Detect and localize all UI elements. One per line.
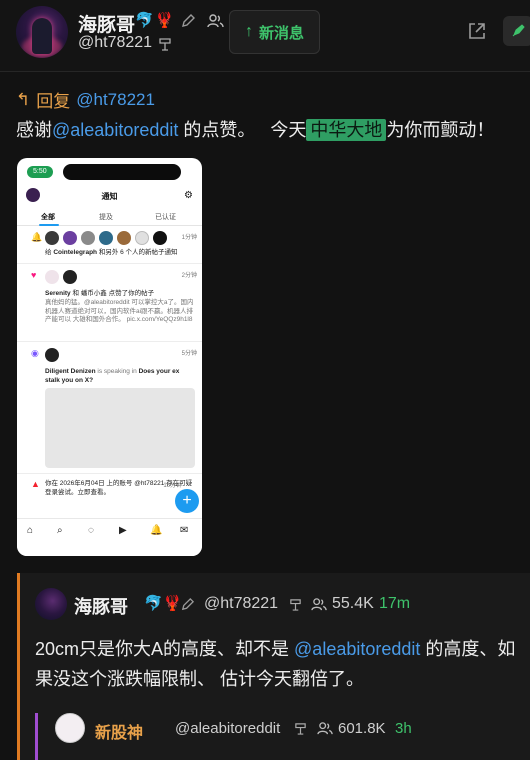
notification-item: ▲ 你在 2026年6月04日 上的账号 @ht78221 存在可疑登录尝试。立… [17,476,202,510]
dolphin-badge-icon: 🐬 [135,12,154,29]
signpost-icon [295,723,306,735]
highlighted-text: 中华大地 [306,119,387,141]
author-name[interactable]: 海豚哥 [78,10,135,37]
post-text-start: 感谢 [16,120,52,140]
nested-author-name[interactable]: 新股神 [95,719,143,743]
play-icon: ▶ [119,525,127,536]
pencil-icon[interactable] [180,13,196,29]
post-text-end: 为你而颤动！ [386,120,495,140]
status-time: 5:50 [27,166,53,178]
screenshot-tabs: 全部 提及 已认证 [17,209,202,226]
notification-time: 2分钟 [181,273,197,279]
rocket-icon [512,24,525,37]
notification-time: 16分钟 [163,483,182,489]
quoted-post-body: 20cm只是你大A的高度、却不是 @aleabitoreddit 的高度、如果没… [35,634,530,694]
mail-icon: ✉ [180,525,189,536]
nested-quoted-post[interactable]: 新股神 @aleabitoreddit 601.8K 3h [35,713,530,760]
followers-icon [207,14,224,28]
new-messages-label: 新消息 [258,24,304,42]
alert-icon: ▲ [31,479,40,489]
tab-underline [39,224,59,226]
post-time[interactable]: 3h [395,720,412,737]
followers-icon [317,722,333,735]
post-body: 感谢@aleabitoreddit 的点赞。 今天 中华大地 为你而颤动！ [16,116,494,142]
signpost-icon [159,38,171,51]
pencil-icon[interactable] [180,597,195,612]
new-messages-button[interactable]: ↑ 新消息 [229,10,320,54]
arrow-up-icon: ↑ [244,23,253,40]
mention-link[interactable]: @aleabitoreddit [294,639,420,659]
follower-count: 55.4K [332,595,374,612]
notification-text: Serenity 和 蟠币小鑫 点赞了你的帖子 [45,290,155,297]
avatar[interactable] [16,6,68,58]
boost-button[interactable] [503,16,530,46]
notification-item: 🔔 1分钟 给 Cointelegraph 和另外 6 个人的新帖子通知 [17,228,202,264]
notification-time: 1分钟 [181,235,197,241]
compose-fab: + [175,489,199,513]
followers-icon [311,598,327,611]
post-text-middle: 的点赞。 今天 [178,120,307,140]
quote-text-start: 20cm只是你大A的高度、却不是 [35,639,295,659]
follower-count: 601.8K [338,720,386,737]
dolphin-badge-icon: 🐬 [144,595,163,612]
external-link-icon[interactable] [466,20,488,42]
avatar[interactable] [35,588,67,620]
heart-icon: ♥ [31,270,37,280]
notification-time: 5分钟 [181,351,197,357]
notification-body: 真他妈的猛。@aleabitoreddit 可以掌控大a了。国内机器人赛道绝对可… [45,299,194,323]
dynamic-island [63,164,181,180]
home-icon: ⌂ [27,525,34,536]
screenshot-title: 通知 [101,192,118,201]
lobster-badge-icon: 🦞 [163,595,182,612]
post-time[interactable]: 17m [379,595,410,613]
spaces-icon: ◉ [31,348,39,358]
nested-author-handle[interactable]: @aleabitoreddit [175,720,280,737]
mention-link[interactable]: @aleabitoreddit [52,120,178,140]
signpost-icon [290,599,301,611]
grok-icon: ◌ [88,525,94,536]
screenshot-bottom-nav: ⌂ ⌕ ◌ ▶ 🔔 ✉ [17,518,202,556]
notification-text: Diligent Denizen is speaking in Does you… [45,368,180,384]
tab-verified: 已认证 [155,214,176,221]
gear-icon: ⚙ [184,190,193,201]
reply-context: ↰ 回复 @ht78221 [16,87,155,112]
reply-prefix: 回复 [36,92,71,111]
space-preview-card [45,388,195,468]
reply-handle-link[interactable]: @ht78221 [76,90,155,110]
avatar[interactable] [55,713,85,743]
tab-all: 全部 [41,214,55,221]
lobster-badge-icon: 🦞 [155,12,174,29]
post-header: 海豚哥 🐬 🦞 @ht78221 ↑ 新消息 [0,0,530,72]
bell-icon: 🔔 [150,525,163,536]
reply-arrow-icon: ↰ [16,89,31,109]
quoted-author-handle[interactable]: @ht78221 [204,595,278,613]
author-handle[interactable]: @ht78221 [78,34,152,52]
attached-screenshot[interactable]: 5:50 通知 ⚙ 全部 提及 已认证 🔔 1分钟 给 Cointelegrap… [17,158,202,556]
quoted-author-name[interactable]: 海豚哥 [74,593,128,619]
notification-item: ♥ 2分钟 Serenity 和 蟠币小鑫 点赞了你的帖子 真他妈的猛。@ale… [17,266,202,342]
search-icon: ⌕ [57,525,63,536]
bell-icon: 🔔 [31,232,43,242]
tab-mentions: 提及 [99,214,113,221]
quoted-post[interactable]: 海豚哥 🐬 🦞 @ht78221 55.4K 17m 20cm只是你大A的高度、… [17,573,530,760]
notification-text: 给 Cointelegraph 和另外 6 个人的新帖子通知 [45,249,178,256]
